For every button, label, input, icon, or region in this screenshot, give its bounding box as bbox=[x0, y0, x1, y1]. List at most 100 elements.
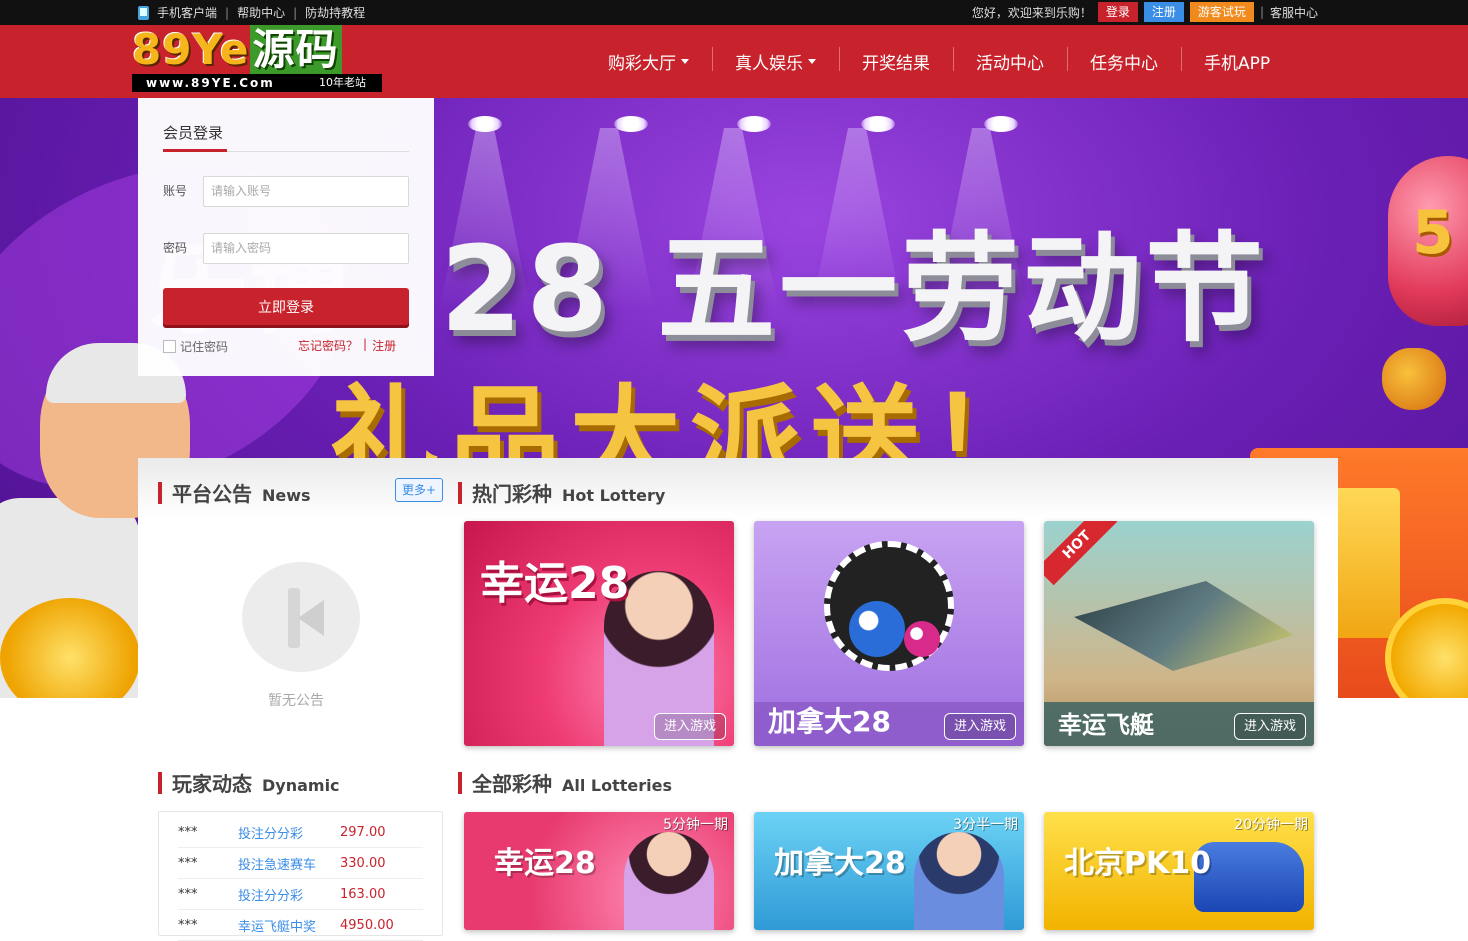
hot-card-lucky28[interactable]: 幸运28 进入游戏 bbox=[464, 521, 734, 746]
nav-label: 任务中心 bbox=[1090, 54, 1158, 74]
spotlight-icon bbox=[468, 116, 502, 132]
separator: | bbox=[363, 337, 368, 351]
list-item: *** 投注分分彩 297.00 bbox=[178, 817, 423, 848]
password-input[interactable]: 请输入密码 bbox=[203, 233, 409, 264]
customer-service-link[interactable]: 客服中心 bbox=[1270, 4, 1318, 21]
panel-header-bg bbox=[138, 458, 1338, 518]
money-bag-icon bbox=[1382, 348, 1446, 410]
remember-password[interactable]: 记住密码 bbox=[163, 338, 228, 355]
lottery-tile-lucky28[interactable]: 幸运28 5分钟一期 bbox=[464, 812, 734, 930]
player-name: *** bbox=[178, 886, 198, 902]
nav-label: 活动中心 bbox=[976, 54, 1044, 74]
card-title: 幸运飞艇 bbox=[1058, 711, 1154, 739]
nav-events[interactable]: 活动中心 bbox=[953, 47, 1067, 74]
heading-bar bbox=[458, 771, 462, 794]
register-button[interactable]: 注册 bbox=[1143, 2, 1184, 22]
news-more-button[interactable]: 更多+ bbox=[395, 478, 443, 502]
mobile-phone-icon bbox=[138, 5, 149, 20]
racing-boat-illustration bbox=[1074, 581, 1294, 671]
heading-bar bbox=[458, 481, 462, 504]
remember-checkbox[interactable] bbox=[163, 340, 176, 353]
balloon-number: 5 bbox=[1412, 198, 1454, 268]
account-label: 账号 bbox=[163, 184, 188, 198]
logo-tag: 10年老站 bbox=[319, 76, 366, 89]
nav-draw-results[interactable]: 开奖结果 bbox=[839, 47, 953, 74]
welcome-text: 您好，欢迎来到乐购！ bbox=[971, 5, 1092, 20]
enter-game-button[interactable]: 进入游戏 bbox=[1233, 713, 1306, 740]
member-login-tab[interactable]: 会员登录 bbox=[163, 122, 223, 143]
game-link[interactable]: 投注分分彩 bbox=[238, 823, 340, 842]
nav-label: 真人娱乐 bbox=[735, 54, 803, 74]
tab-active-underline bbox=[163, 149, 227, 152]
hot-card-canada28[interactable]: 加拿大28 进入游戏 bbox=[754, 521, 1024, 746]
megaphone-icon bbox=[268, 588, 330, 648]
enter-game-button[interactable]: 进入游戏 bbox=[653, 713, 726, 740]
amount: 330.00 bbox=[340, 855, 386, 871]
character-illustration bbox=[624, 832, 714, 930]
register-link[interactable]: 注册 bbox=[372, 337, 396, 354]
megaphone-horn bbox=[298, 600, 324, 636]
main-nav: 购彩大厅 真人娱乐 开奖结果 活动中心 任务中心 手机APP bbox=[585, 25, 1293, 98]
lottery-tile-beijing-pk10[interactable]: 北京PK10 20分钟一期 bbox=[1044, 812, 1314, 930]
spotlight-icon bbox=[861, 116, 895, 132]
all-lotteries-title-en: All Lotteries bbox=[562, 776, 673, 795]
dynamic-heading: 玩家动态 Dynamic bbox=[158, 768, 340, 797]
hot-lottery-heading: 热门彩种 Hot Lottery bbox=[458, 478, 665, 507]
news-title-en: News bbox=[262, 486, 311, 505]
main-header: 89Ye源码 www.89YE.Com 10年老站 购彩大厅 真人娱乐 开奖结果… bbox=[0, 25, 1468, 98]
anti-hijack-link[interactable]: 防劫持教程 bbox=[305, 4, 365, 21]
login-links: 忘记密码？ | 注册 bbox=[298, 337, 396, 354]
site-logo[interactable]: 89Ye源码 www.89YE.Com 10年老站 bbox=[132, 25, 382, 93]
hot-card-lucky-boat[interactable]: HOT 幸运飞艇 进入游戏 bbox=[1044, 521, 1314, 746]
nav-label: 购彩大厅 bbox=[608, 54, 676, 74]
spotlight-icon bbox=[614, 116, 648, 132]
password-label: 密码 bbox=[163, 241, 188, 255]
player-name: *** bbox=[178, 855, 198, 871]
list-item: *** 投注急速赛车 330.00 bbox=[178, 848, 423, 879]
amount: 297.00 bbox=[340, 824, 386, 840]
game-link[interactable]: 投注分分彩 bbox=[238, 885, 340, 904]
guest-trial-button[interactable]: 游客试玩 bbox=[1189, 2, 1254, 22]
login-button[interactable]: 登录 bbox=[1097, 2, 1138, 22]
nav-mobile-app[interactable]: 手机APP bbox=[1181, 47, 1293, 74]
tile-title: 北京PK10 bbox=[1064, 846, 1211, 881]
remember-label: 记住密码 bbox=[180, 340, 229, 354]
separator: | bbox=[225, 5, 230, 20]
player-name: *** bbox=[178, 917, 198, 933]
enter-game-button[interactable]: 进入游戏 bbox=[943, 713, 1016, 740]
game-link[interactable]: 幸运飞艇中奖 bbox=[238, 916, 340, 935]
banner-headline: 28 五一劳动节 bbox=[440, 220, 1268, 358]
hot-badge: HOT bbox=[1044, 521, 1118, 586]
chevron-down-icon bbox=[808, 59, 816, 64]
spotlight-icon bbox=[984, 116, 1018, 132]
nav-live-casino[interactable]: 真人娱乐 bbox=[712, 47, 839, 74]
nav-lottery-hall[interactable]: 购彩大厅 bbox=[585, 49, 712, 74]
hot-lottery-title-en: Hot Lottery bbox=[562, 486, 666, 505]
top-links: 手机客户端 | 帮助中心 | 防劫持教程 bbox=[138, 4, 365, 21]
heading-bar bbox=[158, 771, 162, 794]
card-title: 加拿大28 bbox=[768, 705, 891, 738]
separator: | bbox=[1259, 5, 1264, 19]
forgot-password-link[interactable]: 忘记密码？ bbox=[298, 337, 358, 354]
nav-tasks[interactable]: 任务中心 bbox=[1067, 47, 1181, 74]
login-panel: 会员登录 账号 请输入账号 密码 请输入密码 立即登录 记住密码 忘记密码？ |… bbox=[138, 98, 434, 376]
hot-lottery-title-cn: 热门彩种 bbox=[472, 482, 552, 506]
lottery-tile-canada28[interactable]: 加拿大28 3分半一期 bbox=[754, 812, 1024, 930]
top-bar: 手机客户端 | 帮助中心 | 防劫持教程 您好，欢迎来到乐购！ 登录 注册 游客… bbox=[0, 0, 1468, 25]
lottery-ball-8-icon bbox=[849, 601, 905, 657]
tile-period: 5分钟一期 bbox=[663, 817, 728, 833]
game-link[interactable]: 投注急速赛车 bbox=[238, 854, 340, 873]
logo-url: www.89YE.Com bbox=[146, 76, 275, 90]
account-input[interactable]: 请输入账号 bbox=[203, 176, 409, 207]
mobile-client-link[interactable]: 手机客户端 bbox=[157, 4, 217, 21]
dynamic-title-cn: 玩家动态 bbox=[172, 772, 252, 796]
card-title: 幸运28 bbox=[480, 558, 630, 609]
list-item: *** 投注分分彩 163.00 bbox=[178, 879, 423, 910]
login-submit-button[interactable]: 立即登录 bbox=[163, 288, 409, 325]
news-heading: 平台公告 News bbox=[158, 478, 311, 507]
news-title-cn: 平台公告 bbox=[172, 482, 252, 506]
top-account-area: 您好，欢迎来到乐购！ 登录 注册 游客试玩 | 客服中心 bbox=[972, 2, 1318, 22]
help-center-link[interactable]: 帮助中心 bbox=[237, 4, 285, 21]
list-item: *** 幸运飞艇中奖 4950.00 bbox=[178, 910, 423, 941]
amount: 4950.00 bbox=[340, 917, 394, 933]
